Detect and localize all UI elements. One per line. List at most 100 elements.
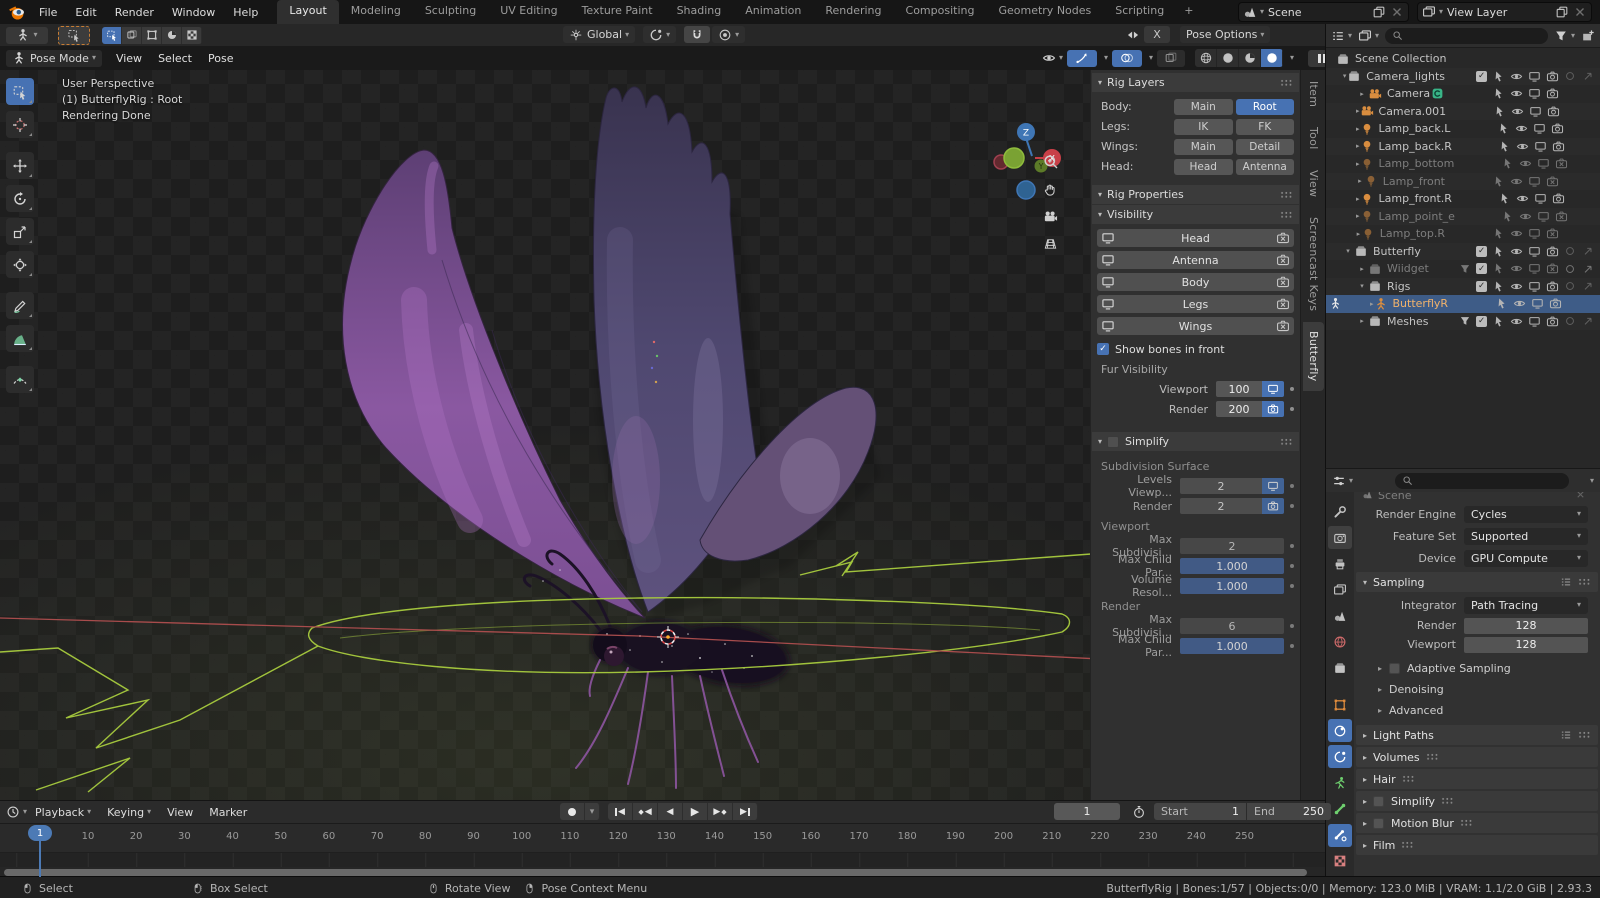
tool-button[interactable]: [6, 152, 34, 179]
drag-dots-icon[interactable]: [1280, 437, 1293, 446]
pose-options-dropdown[interactable]: Pose Options ▾: [1180, 26, 1271, 43]
visibility-toggle-button[interactable]: Legs: [1097, 295, 1294, 313]
show-object-types-dropdown[interactable]: ▾: [1042, 51, 1063, 65]
visibility-toggle-button[interactable]: Wings: [1097, 317, 1294, 335]
select-mode-set[interactable]: [102, 26, 122, 44]
workspace-tab[interactable]: Layout: [277, 0, 339, 24]
feature-set-dropdown[interactable]: Supported ▾: [1464, 527, 1588, 545]
timeline-menu-item[interactable]: Marker▾: [201, 806, 255, 819]
disable-in-renders-toggle[interactable]: [1545, 70, 1559, 83]
menu-item[interactable]: File: [30, 6, 66, 19]
outliner-row[interactable]: ▾ Butterfly ✓: [1326, 242, 1600, 260]
overlays-toggle[interactable]: [1112, 49, 1143, 67]
transform-pivot-dropdown[interactable]: ▾: [643, 26, 677, 43]
selectable-toggle[interactable]: [1491, 175, 1505, 188]
shading-material-button[interactable]: [1239, 49, 1262, 67]
output-toggle-icon[interactable]: [1262, 478, 1284, 494]
disable-in-renders-toggle[interactable]: [1546, 105, 1560, 118]
disable-in-renders-toggle[interactable]: [1545, 87, 1559, 100]
holdout-toggle[interactable]: [1563, 280, 1577, 292]
collection-checkbox[interactable]: ✓: [1476, 280, 1487, 292]
properties-tab[interactable]: [1328, 578, 1352, 601]
viewport-menu-item[interactable]: Pose: [200, 52, 241, 65]
outliner-row[interactable]: ▸ Meshes ✓: [1326, 312, 1600, 330]
tool-button[interactable]: [6, 251, 34, 278]
drag-dots-icon[interactable]: [1280, 78, 1293, 87]
select-mode-subtract[interactable]: [142, 26, 162, 44]
timeline-menu-item[interactable]: Playback ▾: [27, 806, 99, 819]
menu-item[interactable]: Help: [224, 6, 267, 19]
collection-checkbox[interactable]: ✓: [1476, 70, 1487, 82]
disable-in-renders-toggle[interactable]: [1545, 227, 1559, 240]
outliner-row[interactable]: ▸ Wiidget ✓: [1326, 260, 1600, 278]
object-name[interactable]: Butterfly: [1373, 245, 1421, 258]
disable-in-viewports-toggle[interactable]: [1528, 105, 1542, 118]
samples-viewport-field[interactable]: 128: [1464, 636, 1588, 653]
outliner-row[interactable]: ▸ Camera ✓: [1326, 85, 1600, 103]
rig-layer-button[interactable]: FK: [1235, 118, 1294, 135]
object-name[interactable]: Meshes: [1387, 315, 1428, 328]
jump-to-end-button[interactable]: ▶: [733, 803, 758, 820]
sidebar-tab[interactable]: Tool: [1303, 118, 1324, 159]
collapsed-panel-header[interactable]: ▸ Hair: [1356, 769, 1598, 789]
new-view-layer-icon[interactable]: [1555, 5, 1569, 19]
camera-icon[interactable]: [1262, 401, 1284, 417]
panel-checkbox[interactable]: [1373, 817, 1385, 829]
simplify-field[interactable]: 2: [1180, 478, 1284, 494]
indirect-only-toggle[interactable]: [1581, 315, 1595, 327]
properties-tab[interactable]: [1328, 500, 1352, 523]
blender-logo-icon[interactable]: [8, 3, 26, 21]
new-scene-icon[interactable]: [1372, 5, 1386, 19]
timeline-scrollbar-thumb[interactable]: [4, 869, 1307, 876]
disable-in-viewports-toggle[interactable]: [1527, 245, 1541, 258]
simplify-panel-header[interactable]: ▾ Simplify: [1092, 432, 1299, 451]
outliner-row[interactable]: Scene Collection ✓: [1326, 50, 1600, 68]
tool-button[interactable]: [6, 366, 34, 393]
sidebar-tab[interactable]: Item: [1303, 72, 1324, 116]
scene-selector[interactable]: ▾ Scene: [1237, 2, 1409, 22]
tool-button[interactable]: [6, 218, 34, 245]
integrator-dropdown[interactable]: Path Tracing ▾: [1464, 596, 1588, 614]
properties-search-input[interactable]: [1395, 472, 1570, 489]
rig-layers-panel-header[interactable]: ▾ Rig Layers: [1092, 73, 1299, 92]
outliner-row[interactable]: ▸ Lamp_top.R ✓: [1326, 225, 1600, 243]
disable-in-renders-toggle[interactable]: [1550, 122, 1564, 135]
properties-tab[interactable]: [1328, 631, 1352, 654]
holdout-toggle[interactable]: [1563, 263, 1577, 275]
sampling-panel-header[interactable]: ▾ Sampling: [1356, 572, 1598, 592]
rig-layer-button[interactable]: Antenna: [1235, 158, 1294, 175]
expand-arrow[interactable]: ▸: [1356, 177, 1364, 185]
collection-checkbox[interactable]: ✓: [1476, 245, 1487, 257]
viewport-3d[interactable]: Z X Y Pose Mode▾ ViewSelectPose ▾ ▾ ▾: [0, 46, 1325, 800]
object-name[interactable]: Rigs: [1387, 280, 1410, 293]
sidebar-tab[interactable]: Screencast Keys: [1303, 208, 1324, 320]
selectable-toggle[interactable]: [1491, 70, 1505, 83]
properties-tab[interactable]: [1328, 605, 1352, 628]
device-dropdown[interactable]: GPU Compute ▾: [1464, 549, 1588, 567]
object-name[interactable]: Lamp_back.L: [1379, 122, 1451, 135]
object-name[interactable]: Camera_lights: [1366, 70, 1445, 83]
properties-tab[interactable]: [1328, 693, 1352, 716]
object-name[interactable]: Lamp_front.R: [1379, 192, 1452, 205]
view-layer-selector[interactable]: ▾ View Layer: [1416, 2, 1592, 22]
selectable-toggle[interactable]: [1501, 210, 1515, 223]
hide-in-viewport-toggle[interactable]: [1516, 140, 1530, 153]
hide-in-viewport-toggle[interactable]: [1512, 297, 1526, 310]
drag-dots-icon[interactable]: [1280, 190, 1293, 199]
selectable-toggle[interactable]: [1498, 140, 1512, 153]
rig-properties-panel-header[interactable]: ▾ Rig Properties: [1092, 185, 1299, 204]
simplify-field[interactable]: 1.000: [1180, 578, 1284, 594]
remove-view-layer-icon[interactable]: [1573, 5, 1587, 19]
simplify-field[interactable]: 6: [1180, 618, 1284, 634]
disable-in-renders-toggle[interactable]: [1545, 245, 1559, 258]
jump-to-start-button[interactable]: ◀: [608, 803, 633, 820]
active-tool-dropdown[interactable]: ▾: [6, 26, 48, 44]
expand-arrow[interactable]: ▸: [1356, 90, 1368, 98]
menu-item[interactable]: Window: [163, 6, 224, 19]
object-name[interactable]: Camera.001: [1379, 105, 1447, 118]
holdout-toggle[interactable]: [1563, 245, 1577, 257]
collapsed-subpanel[interactable]: ▸ Advanced: [1354, 700, 1600, 721]
playhead[interactable]: 1: [28, 825, 52, 841]
object-name[interactable]: Lamp_back.R: [1379, 140, 1452, 153]
outliner-row[interactable]: ▸ ButterflyR ✓: [1326, 295, 1600, 313]
